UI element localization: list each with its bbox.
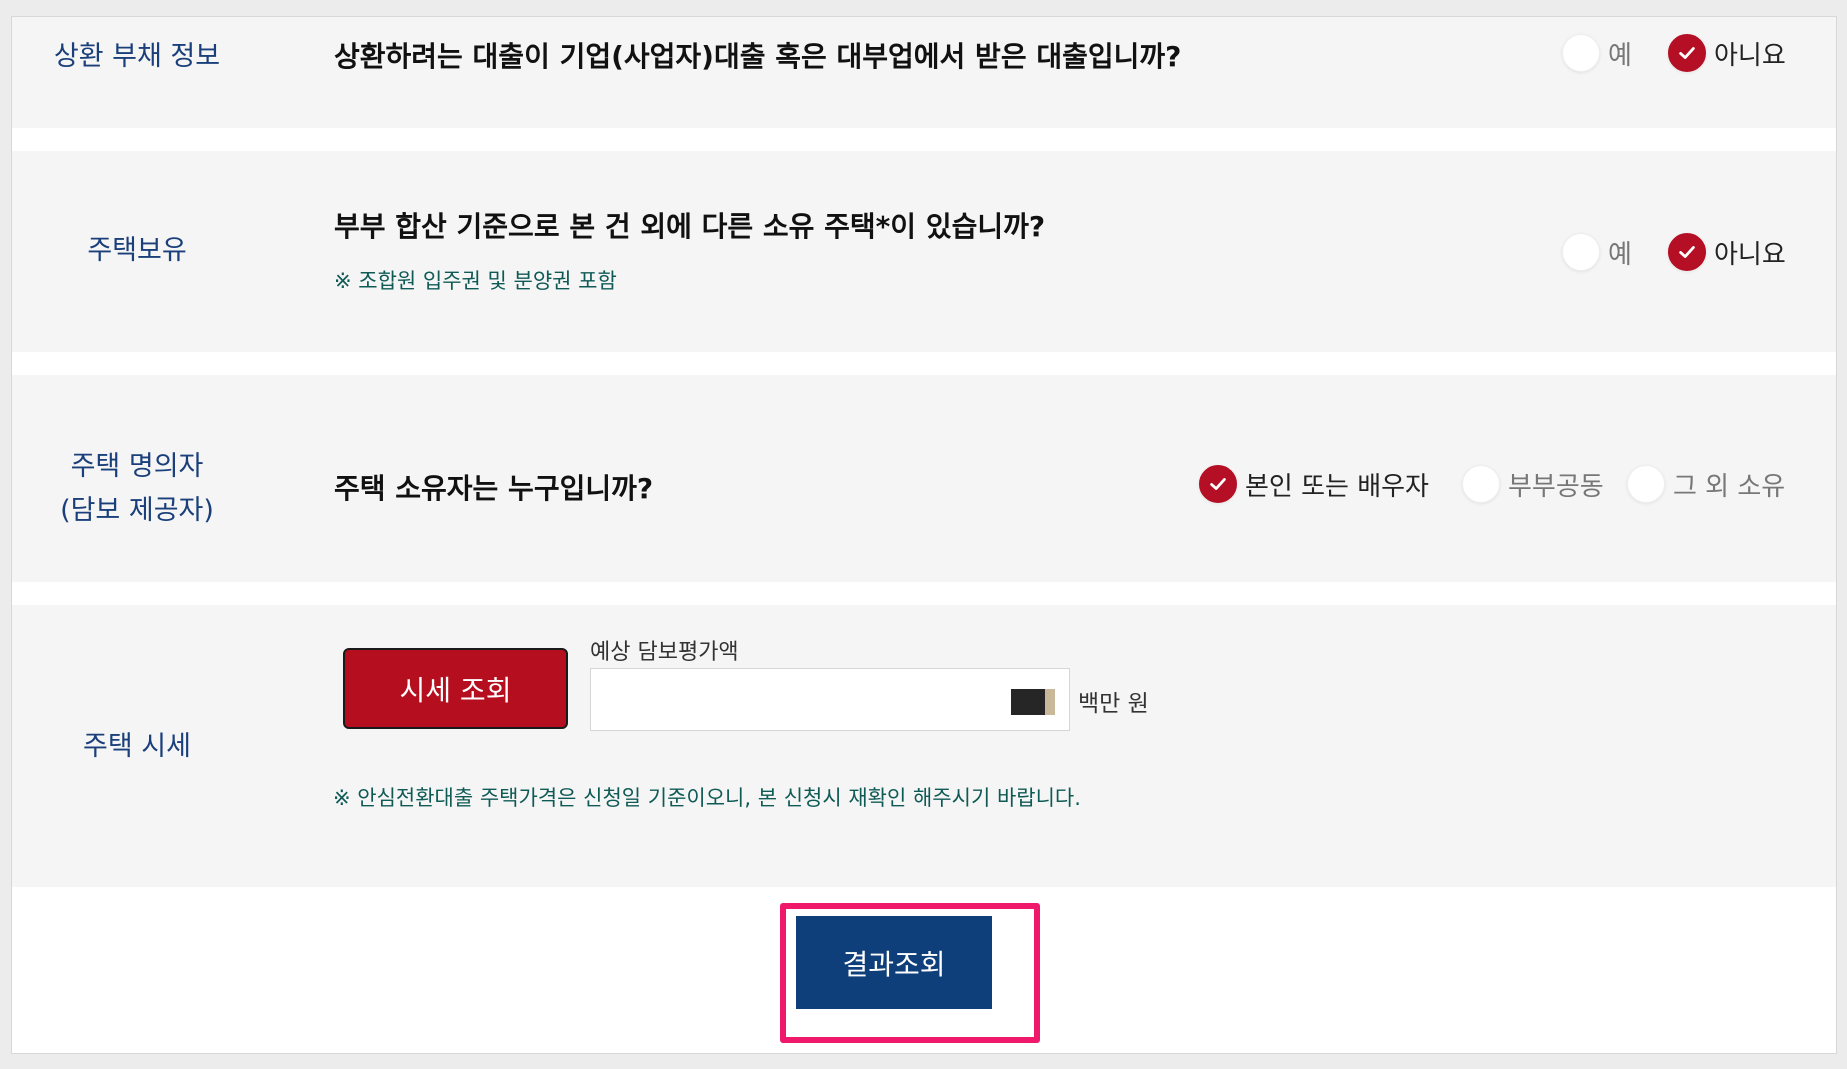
estimated-value-label: 예상 담보평가액: [590, 640, 739, 665]
result-lookup-button[interactable]: 결과조회: [796, 916, 992, 1009]
ownership-no-label: 아니요: [1714, 239, 1786, 270]
value-unit-label: 백만 원: [1078, 691, 1149, 717]
debt-info-label: 상환 부채 정보: [53, 41, 221, 72]
checkmark-icon: [1679, 246, 1695, 258]
house-ownership-row: 주택보유 부부 합산 기준으로 본 건 외에 다른 소유 주택*이 있습니까? …: [12, 151, 1836, 352]
estimated-value-input[interactable]: [590, 668, 1070, 731]
house-owner-label: 주택 명의자 (담보 제공자): [12, 445, 262, 533]
price-lookup-button[interactable]: 시세 조회: [343, 648, 568, 729]
debt-yes-label: 예: [1608, 40, 1632, 71]
house-price-note: ※ 안심전환대출 주택가격은 신청일 기준이오니, 본 신청시 재확인 해주시기…: [333, 786, 1081, 810]
checkmark-icon: [1679, 47, 1695, 59]
checkmark-icon: [1210, 478, 1226, 490]
owner-self-radio[interactable]: [1199, 465, 1237, 503]
house-owner-label-line2: (담보 제공자): [60, 495, 214, 526]
owner-joint-option[interactable]: 부부공동: [1462, 465, 1604, 503]
ownership-no-radio[interactable]: [1668, 233, 1706, 271]
owner-other-option[interactable]: 그 외 소유: [1627, 465, 1785, 503]
debt-info-question: 상환하려는 대출이 기업(사업자)대출 혹은 대부업에서 받은 대출입니까?: [334, 40, 1182, 73]
owner-other-radio[interactable]: [1627, 465, 1665, 503]
ownership-no-option[interactable]: 아니요: [1668, 233, 1786, 271]
debt-no-label: 아니요: [1714, 40, 1786, 71]
debt-no-radio[interactable]: [1668, 34, 1706, 72]
debt-info-row: 상환 부채 정보 상환하려는 대출이 기업(사업자)대출 혹은 대부업에서 받은…: [12, 17, 1836, 128]
owner-self-option[interactable]: 본인 또는 배우자: [1199, 465, 1429, 503]
ownership-yes-label: 예: [1608, 239, 1632, 270]
debt-yes-radio[interactable]: [1562, 34, 1600, 72]
owner-joint-label: 부부공동: [1508, 471, 1604, 502]
loan-form-panel: 상환 부채 정보 상환하려는 대출이 기업(사업자)대출 혹은 대부업에서 받은…: [11, 16, 1837, 1054]
ownership-yes-option[interactable]: 예: [1562, 233, 1632, 271]
house-ownership-question: 부부 합산 기준으로 본 건 외에 다른 소유 주택*이 있습니까?: [334, 210, 1046, 243]
input-cursor-icon: [1011, 689, 1055, 715]
house-price-row: 주택 시세: [12, 605, 1836, 887]
house-ownership-note: ※ 조합원 입주권 및 분양권 포함: [334, 269, 617, 293]
owner-joint-radio[interactable]: [1462, 465, 1500, 503]
house-owner-label-line1: 주택 명의자: [70, 451, 204, 482]
house-owner-question: 주택 소유자는 누구입니까?: [334, 472, 654, 505]
house-owner-row: 주택 명의자 (담보 제공자) 주택 소유자는 누구입니까? 본인 또는 배우자…: [12, 375, 1836, 582]
debt-yes-option[interactable]: 예: [1562, 34, 1632, 72]
debt-no-option[interactable]: 아니요: [1668, 34, 1786, 72]
house-price-label: 주택 시세: [83, 731, 191, 762]
owner-other-label: 그 외 소유: [1673, 471, 1786, 502]
house-ownership-label: 주택보유: [87, 235, 187, 266]
ownership-yes-radio[interactable]: [1562, 233, 1600, 271]
owner-self-label: 본인 또는 배우자: [1245, 471, 1429, 502]
